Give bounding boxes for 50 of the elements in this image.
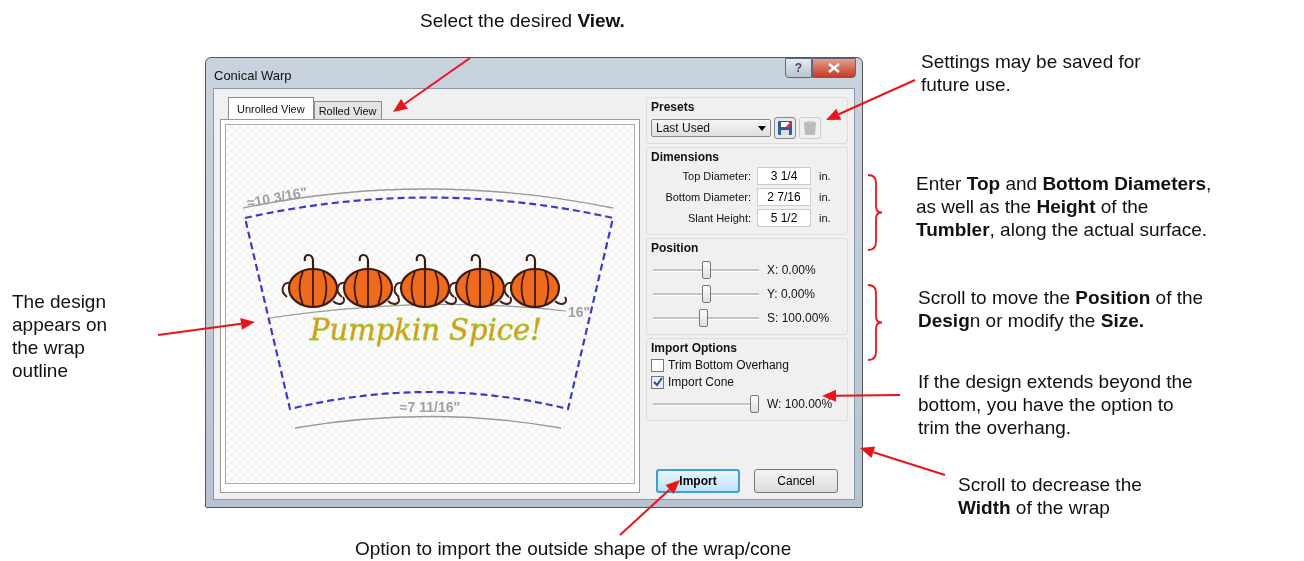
checkbox[interactable] <box>651 375 664 389</box>
field-label: Top Diameter: <box>681 170 752 182</box>
slider-thumb[interactable] <box>698 309 708 327</box>
bin-icon <box>803 120 817 136</box>
close-button[interactable] <box>812 58 856 78</box>
annotation-text: Scroll to move the Position of the Design or modify the Size. <box>918 286 1204 332</box>
field-label: Bottom Diameter: <box>664 191 752 203</box>
cancel-button[interactable]: Cancel <box>754 469 838 493</box>
checkbox[interactable] <box>651 358 664 372</box>
annotation-text: The design appears on the wrap outline <box>12 290 108 382</box>
view-tab[interactable]: Unrolled View <box>228 97 314 119</box>
design-text: Pumpkin Spice! <box>310 313 542 347</box>
callout-arrow <box>619 480 680 536</box>
slider-thumb[interactable] <box>750 395 759 413</box>
help-button[interactable]: ? <box>785 58 812 78</box>
group-title: Dimensions <box>651 150 720 164</box>
slider-thumb[interactable] <box>701 285 711 303</box>
slider-reading: S: 100.00% <box>767 311 830 325</box>
annotation-text: Scroll to decrease the Width of the wrap <box>958 473 1142 519</box>
bottom-measure-label: ≈7 11/16" <box>399 399 461 415</box>
checkbox-label: Import Cone <box>668 375 735 389</box>
dimension-input[interactable]: 3 1/4 <box>757 167 811 185</box>
close-icon <box>828 63 840 73</box>
slider-thumb[interactable] <box>701 261 711 279</box>
dimension-input[interactable]: 5 1/2 <box>757 209 811 227</box>
group-title: Import Options <box>651 341 738 355</box>
field-label: Slant Height: <box>687 212 752 224</box>
slider-reading: X: 0.00% <box>767 263 816 277</box>
group-title: Position <box>651 241 700 255</box>
caret-icon <box>758 125 766 131</box>
unit-label: in. <box>819 170 831 182</box>
annotation-text: Option to import the outside shape of the wrap/cone <box>355 537 792 560</box>
top-measure-label: ≈10 3/16" <box>245 183 309 211</box>
annotation-text: If the design extends beyond the bottom, you have the option to trim the overhang. <box>918 370 1193 439</box>
group-title: Presets <box>651 100 696 114</box>
preset-dropdown[interactable]: Last Used <box>651 119 771 137</box>
checkbox-label: Trim Bottom Overhang <box>668 358 789 372</box>
view-tab[interactable]: Rolled View <box>313 101 382 119</box>
window-title: Conical Warp <box>214 68 292 83</box>
unit-label: in. <box>819 191 831 203</box>
annotation-text: Select the desired View. <box>420 9 625 32</box>
save-button[interactable] <box>774 117 796 139</box>
slider-reading: W: 100.00% <box>767 397 833 411</box>
annotation-text: Settings may be saved for future use. <box>921 50 1141 96</box>
side-measure-label: 16" <box>568 304 591 320</box>
unit-label: in. <box>819 212 831 224</box>
dimension-input[interactable]: 2 7/16 <box>757 188 811 206</box>
annotation-text: Enter Top and Bottom Diameters, as well as the Height of the Tumbler, along the actual surface. <box>916 172 1212 241</box>
slider-reading: Y: 0.00% <box>767 287 816 301</box>
import-button[interactable]: Import <box>656 469 740 493</box>
